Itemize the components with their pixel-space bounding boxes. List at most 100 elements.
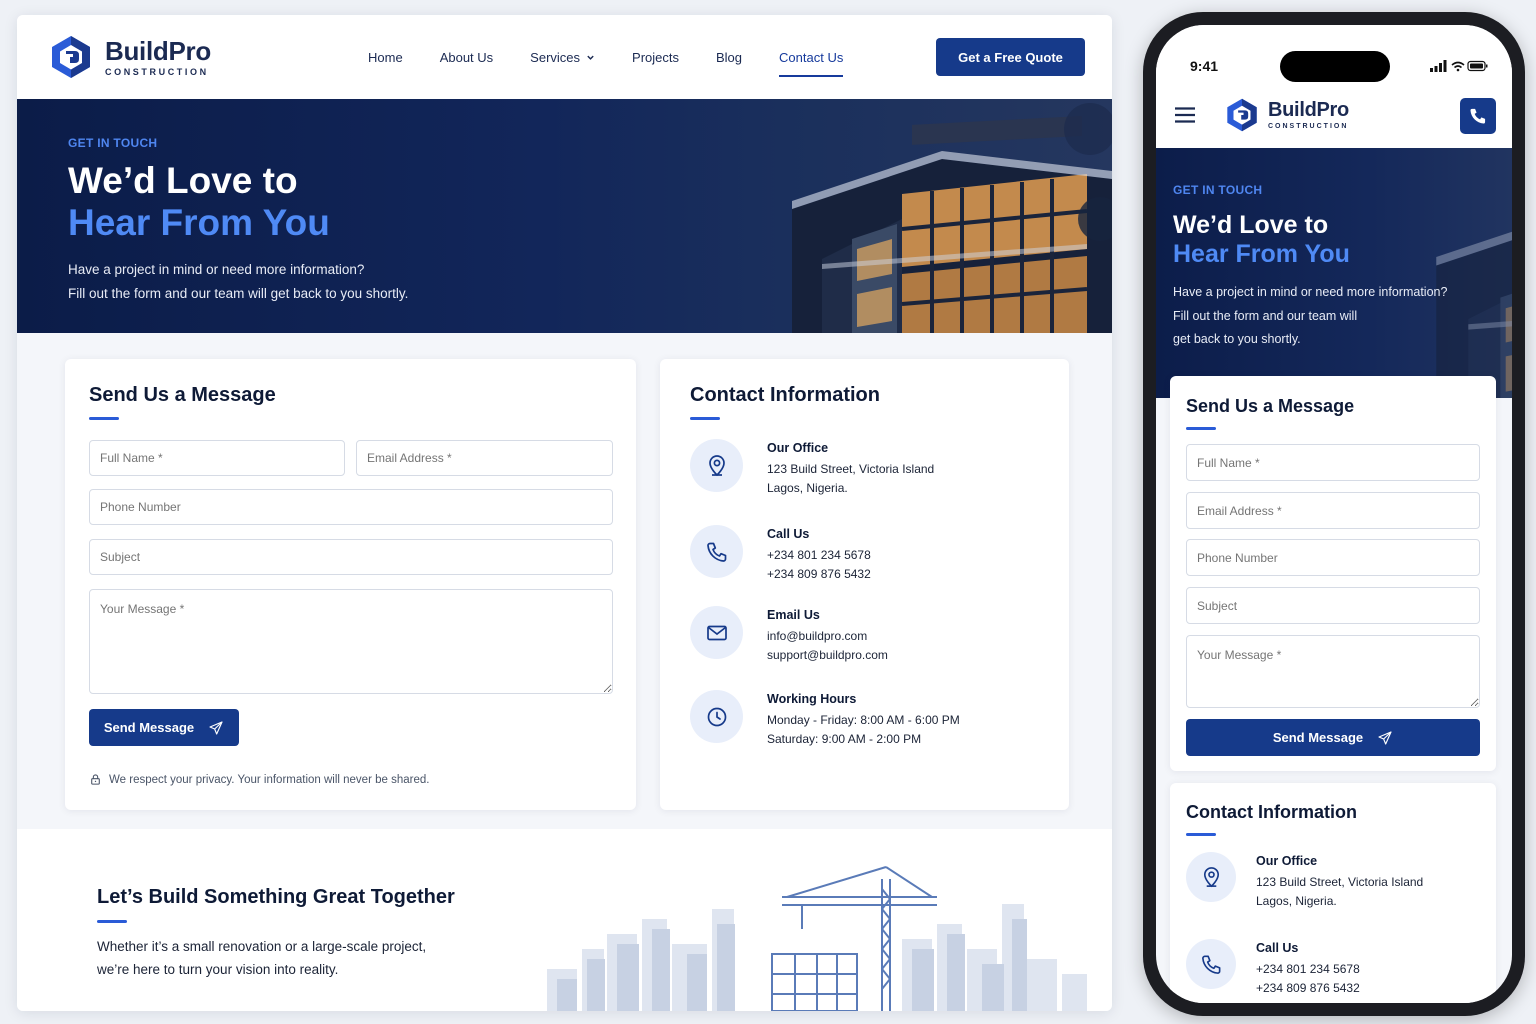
nav-home[interactable]: Home <box>368 15 403 99</box>
mobile-message-textarea[interactable] <box>1186 635 1480 708</box>
cta-line1: Whether it’s a small renovation or a lar… <box>97 939 427 954</box>
brand-tagline: CONSTRUCTION <box>105 66 209 77</box>
mobile-hero-desc-line2: Fill out the form and our team will <box>1173 308 1358 323</box>
hamburger-menu-icon[interactable] <box>1175 107 1195 123</box>
email-info: Email Us info@buildpro.com support@build… <box>690 606 888 664</box>
mobile-call-button[interactable] <box>1460 98 1496 134</box>
city-skyline-illustration <box>547 866 1087 1011</box>
full-name-input[interactable] <box>89 440 345 476</box>
mobile-send-icon <box>1377 730 1393 746</box>
location-icon <box>690 439 743 492</box>
privacy-text: We respect your privacy. Your informatio… <box>109 773 430 786</box>
main-menu: Home About Us Services Projects Blog Con… <box>368 15 844 99</box>
office-info: Our Office 123 Build Street, Victoria Is… <box>690 439 934 497</box>
hero-desc-line1: Have a project in mind or need more info… <box>68 262 365 277</box>
logo-mark-icon <box>49 34 93 80</box>
office-title: Our Office <box>767 441 829 455</box>
cta-section: Let’s Build Something Great Together Whe… <box>17 829 1112 1011</box>
status-icons <box>1430 60 1488 72</box>
top-nav: BuildPro CONSTRUCTION Home About Us Serv… <box>17 15 1112 99</box>
mobile-nav: BuildPro CONSTRUCTION <box>1156 85 1512 148</box>
mobile-location-icon <box>1186 852 1236 902</box>
mobile-call-info: Call Us +234 801 234 5678 +234 809 876 5… <box>1186 939 1360 997</box>
mobile-office-line2: Lagos, Nigeria. <box>1256 893 1337 908</box>
mobile-hero-title-line2: Hear From You <box>1173 240 1350 268</box>
hours-line1: Monday - Friday: 8:00 AM - 6:00 PM <box>767 713 960 727</box>
form-title-underline <box>89 417 119 420</box>
mobile-call-title: Call Us <box>1256 941 1299 955</box>
send-button-label: Send Message <box>103 720 195 735</box>
hours-line2: Saturday: 9:00 AM - 2:00 PM <box>767 731 922 746</box>
mobile-phone-input[interactable] <box>1186 539 1480 576</box>
mobile-form-title: Send Us a Message <box>1186 396 1355 416</box>
cta-title-underline <box>97 920 127 923</box>
dynamic-island <box>1280 51 1390 82</box>
hero-title-line1: We’d Love to <box>68 160 298 201</box>
call-line2[interactable]: +234 809 876 5432 <box>767 565 871 584</box>
mobile-call-line2[interactable]: +234 809 876 5432 <box>1256 979 1360 998</box>
cta-title: Let’s Build Something Great Together <box>97 886 455 908</box>
message-form-card: Send Us a Message Send Message We respec… <box>65 359 636 810</box>
call-info: Call Us +234 801 234 5678 +234 809 876 5… <box>690 525 871 583</box>
phone-input[interactable] <box>89 489 613 525</box>
mobile-full-name-input[interactable] <box>1186 444 1480 481</box>
hero-desc-line2: Fill out the form and our team will get … <box>68 285 409 301</box>
mobile-form-underline <box>1186 427 1216 430</box>
free-quote-button[interactable]: Get a Free Quote <box>936 38 1085 76</box>
message-textarea[interactable] <box>89 589 613 694</box>
mobile-form-card: Send Us a Message Send Message <box>1170 376 1496 771</box>
hours-info: Working Hours Monday - Friday: 8:00 AM -… <box>690 690 960 748</box>
mobile-brand-logo[interactable]: BuildPro CONSTRUCTION <box>1225 97 1349 133</box>
hero-title-line2: Hear From You <box>68 202 330 243</box>
mobile-hero-title-line1: We’d Love to <box>1173 211 1329 239</box>
email-input[interactable] <box>356 440 613 476</box>
mobile-brand-tagline: CONSTRUCTION <box>1268 123 1349 130</box>
nav-about[interactable]: About Us <box>440 15 493 99</box>
mobile-email-input[interactable] <box>1186 492 1480 529</box>
nav-services-label: Services <box>530 49 581 65</box>
nav-contact[interactable]: Contact Us <box>779 15 844 99</box>
mobile-hero-desc-line1: Have a project in mind or need more info… <box>1173 285 1448 299</box>
contact-info-card: Contact Information Our Office 123 Build… <box>660 359 1069 810</box>
contact-title-underline <box>690 417 720 420</box>
nav-blog[interactable]: Blog <box>716 15 742 99</box>
hero-building-image <box>642 99 1112 333</box>
mobile-brand-name: BuildPro <box>1268 99 1349 121</box>
mobile-office-title: Our Office <box>1256 854 1318 868</box>
mobile-call-icon <box>1186 939 1236 989</box>
mobile-contact-title: Contact Information <box>1186 802 1357 822</box>
office-line1: 123 Build Street, Victoria Island <box>767 462 935 476</box>
office-line2: Lagos, Nigeria. <box>767 480 848 495</box>
call-line1[interactable]: +234 801 234 5678 <box>767 546 871 565</box>
status-bar: 9:41 <box>1156 25 1512 85</box>
mobile-contact-underline <box>1186 833 1216 836</box>
status-time: 9:41 <box>1190 58 1219 74</box>
chevron-down-icon <box>587 55 594 60</box>
send-message-button[interactable]: Send Message <box>89 709 239 746</box>
desktop-page: BuildPro CONSTRUCTION Home About Us Serv… <box>17 15 1112 1011</box>
email-title: Email Us <box>767 608 820 622</box>
email-line2[interactable]: support@buildpro.com <box>767 646 888 665</box>
privacy-note: We respect your privacy. Your informatio… <box>89 773 429 786</box>
nav-projects[interactable]: Projects <box>632 15 679 99</box>
cta-line2: we’re here to turn your vision into real… <box>97 961 339 977</box>
email-line1[interactable]: info@buildpro.com <box>767 627 888 646</box>
mobile-subject-input[interactable] <box>1186 587 1480 624</box>
clock-icon <box>690 690 743 743</box>
call-title: Call Us <box>767 527 810 541</box>
mobile-hero-desc-line3: get back to you shortly. <box>1173 332 1301 346</box>
subject-input[interactable] <box>89 539 613 575</box>
hero-banner: GET IN TOUCH We’d Love to Hear From You … <box>17 99 1112 333</box>
mobile-screen: 9:41 BuildPro CONSTRUCTION GET IN TOUCH … <box>1156 25 1512 1003</box>
mobile-office-line1: 123 Build Street, Victoria Island <box>1256 875 1424 889</box>
mobile-send-message-button[interactable]: Send Message <box>1186 719 1480 756</box>
mobile-call-line1[interactable]: +234 801 234 5678 <box>1256 960 1360 979</box>
brand-logo[interactable]: BuildPro CONSTRUCTION <box>49 34 211 80</box>
form-title: Send Us a Message <box>89 384 276 406</box>
mobile-logo-mark-icon <box>1225 97 1259 133</box>
phone-icon <box>690 525 743 578</box>
brand-name: BuildPro <box>105 35 211 66</box>
nav-services[interactable]: Services <box>530 15 595 99</box>
hero-eyebrow: GET IN TOUCH <box>68 136 158 150</box>
mobile-send-button-label: Send Message <box>1272 730 1364 745</box>
